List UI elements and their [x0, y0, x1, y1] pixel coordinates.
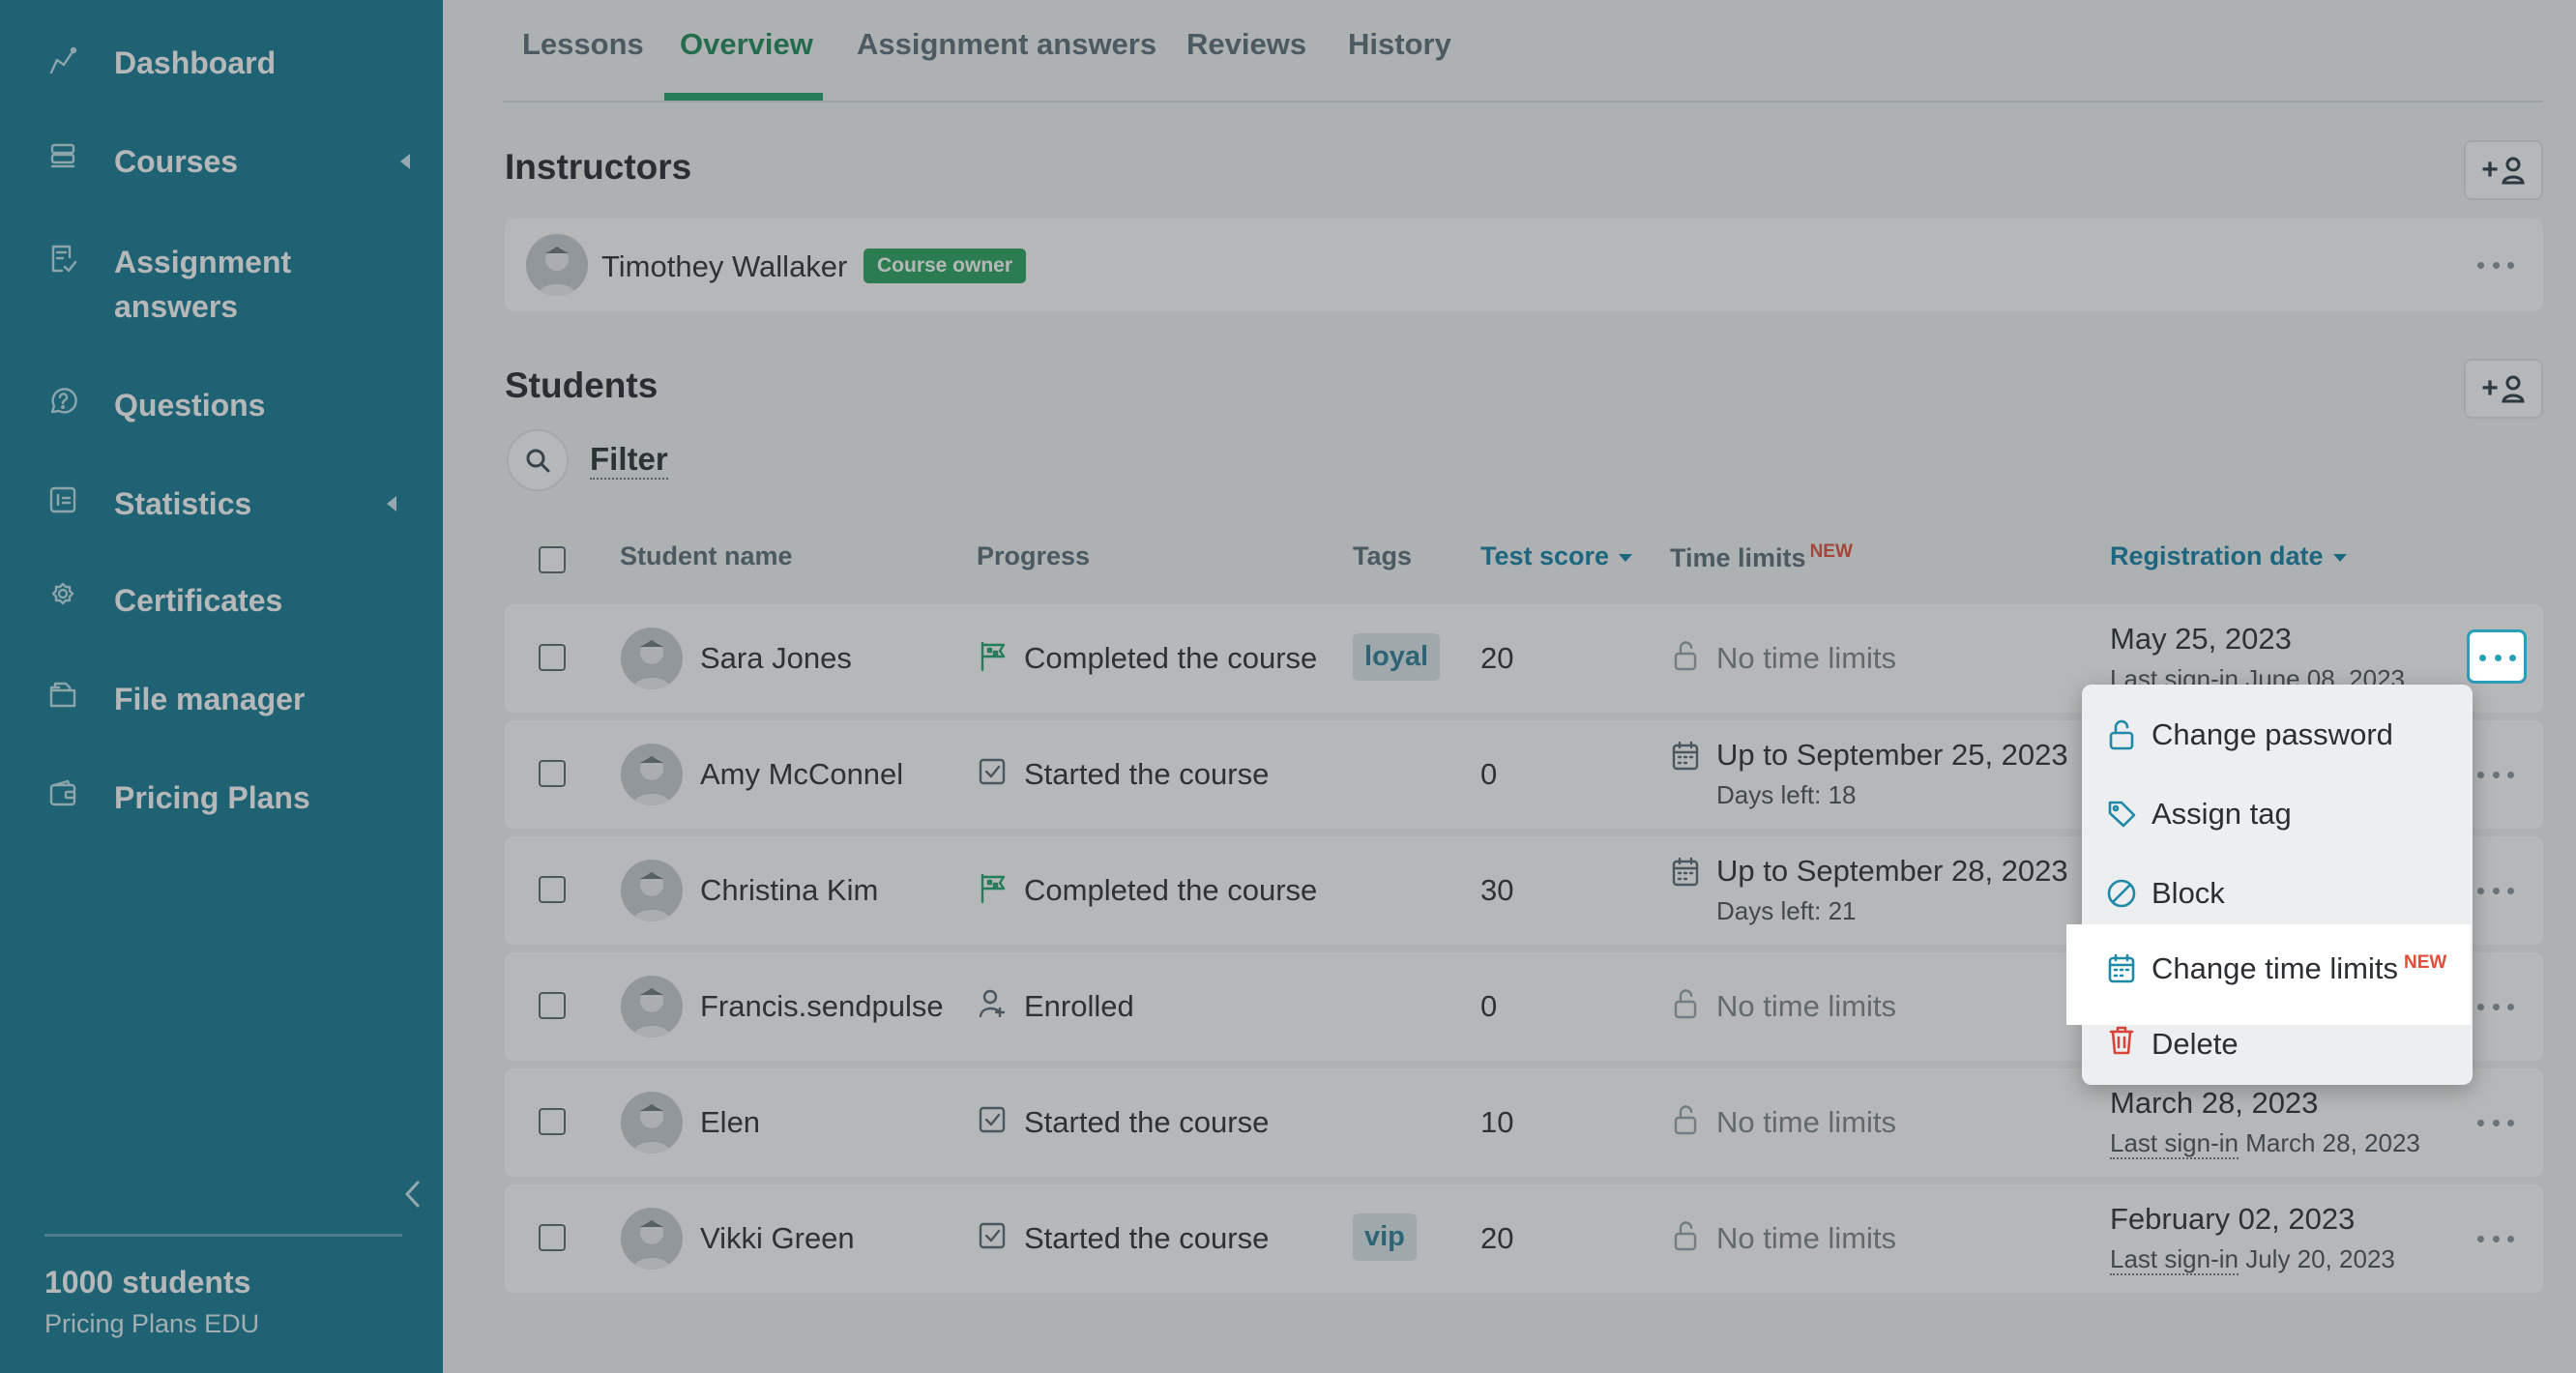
menu-item-label: Delete: [2152, 1027, 2239, 1061]
menu-change-time-limits[interactable]: Change time limits NEW: [2082, 930, 2473, 1008]
menu-change-password[interactable]: Change password: [2082, 696, 2473, 774]
more-options-icon: [2472, 643, 2524, 672]
block-icon: [2105, 876, 2138, 911]
trash-icon: [2105, 1023, 2138, 1058]
menu-block[interactable]: Block: [2082, 855, 2473, 932]
unlock-icon: [2105, 717, 2138, 752]
menu-item-label: Assign tag: [2152, 797, 2292, 831]
tag-icon: [2105, 797, 2138, 832]
menu-item-label: Change time limits NEW: [2152, 951, 2446, 986]
menu-delete[interactable]: Delete: [2082, 1002, 2473, 1079]
menu-item-label: Block: [2152, 876, 2225, 910]
menu-item-label: Change password: [2152, 717, 2393, 751]
row-more-button-active[interactable]: [2467, 629, 2527, 684]
calendar-icon: [2105, 951, 2138, 986]
new-badge: NEW: [2403, 951, 2447, 973]
menu-assign-tag[interactable]: Assign tag: [2082, 775, 2473, 853]
menu-item-text: Change time limits: [2152, 951, 2398, 985]
